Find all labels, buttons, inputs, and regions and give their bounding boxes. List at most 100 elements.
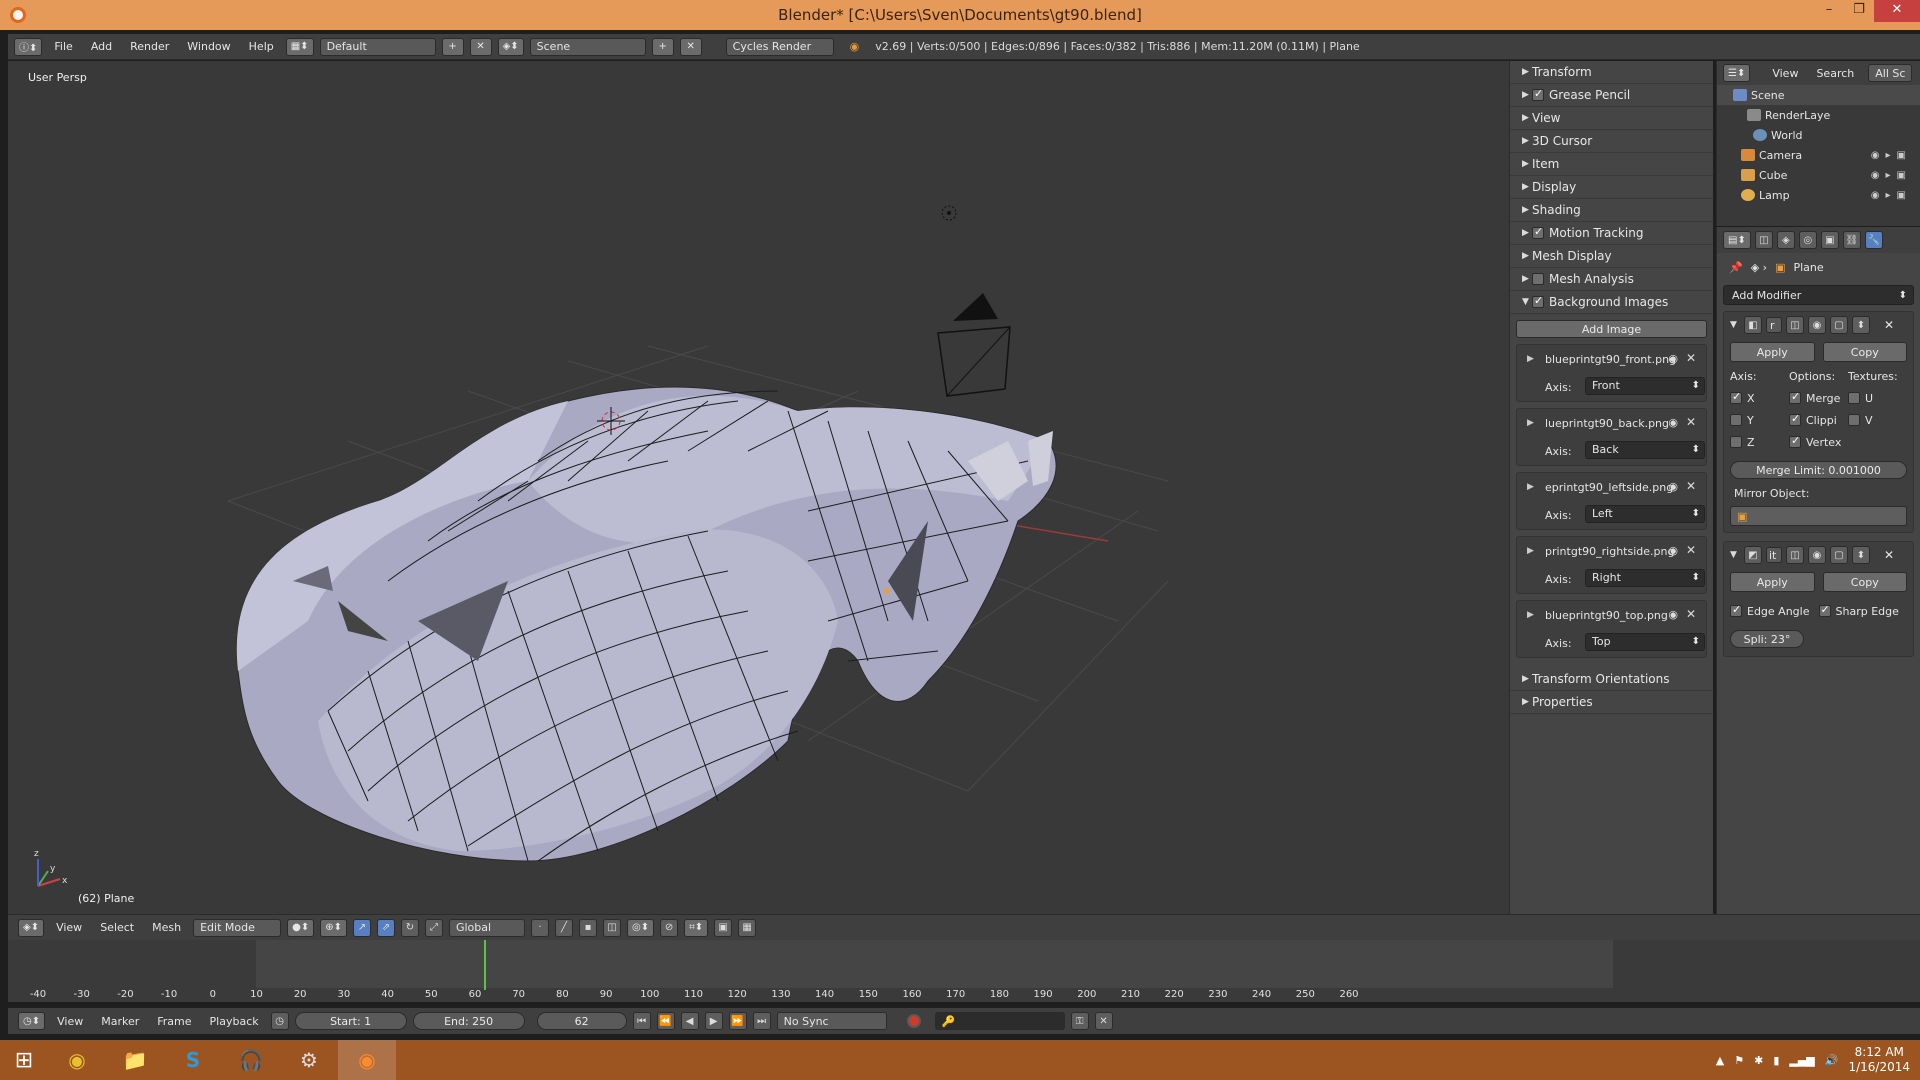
face-select-icon[interactable]: ▪ xyxy=(578,918,597,937)
show-hidden-icons-icon[interactable]: ▲ xyxy=(1716,1054,1724,1067)
timeline-menu-frame[interactable]: Frame xyxy=(151,1015,197,1028)
split-angle-field[interactable]: Spli: 23° xyxy=(1730,630,1804,648)
axis-select[interactable]: Right xyxy=(1585,569,1705,587)
timeline-editor-type-icon[interactable]: ◷⬍ xyxy=(18,1012,46,1030)
opengl-animation-icon[interactable]: ▦ xyxy=(738,918,757,937)
remove-icon[interactable]: ✕ xyxy=(1686,543,1696,557)
remove-modifier-icon[interactable]: ✕ xyxy=(1884,548,1894,562)
panel-motion-tracking[interactable]: ▶Motion Tracking xyxy=(1510,222,1713,245)
remove-icon[interactable]: ✕ xyxy=(1686,351,1696,365)
keying-set-field[interactable]: 🔑 xyxy=(934,1012,1065,1030)
panel-background-images[interactable]: ▼Background Images xyxy=(1510,291,1713,314)
merge-limit-field[interactable]: Merge Limit: 0.001000 xyxy=(1730,461,1907,479)
panel-transform[interactable]: ▶ Transform xyxy=(1510,61,1713,84)
timeline-area[interactable]: -40 -30 -20 -10 0 10 20 30 40 50 60 70 80 90 100 110 120… xyxy=(8,940,1920,1002)
panel-mesh-display[interactable]: ▶ Mesh Display xyxy=(1510,245,1713,268)
delete-keyframe-icon[interactable]: ✕ xyxy=(1094,1012,1113,1030)
current-frame-line[interactable] xyxy=(483,940,486,990)
flag-icon[interactable]: ⚑ xyxy=(1734,1054,1744,1067)
eye-icon[interactable]: ◉ xyxy=(1668,416,1678,429)
move-up-icon[interactable]: ⬍ xyxy=(1852,316,1870,334)
proportional-editing-icon[interactable]: ◎⬍ xyxy=(626,918,655,937)
remove-modifier-icon[interactable]: ✕ xyxy=(1884,318,1894,332)
mesh-analysis-checkbox[interactable] xyxy=(1532,273,1544,285)
background-image-item[interactable]: ▶ blueprintgt90_front.png ◉ ✕ Axis: Fron… xyxy=(1516,344,1707,402)
outliner-menu-view[interactable]: View xyxy=(1772,67,1798,80)
copy-button[interactable]: Copy xyxy=(1822,342,1907,362)
outliner-row-cube[interactable]: Cube ◉▸▣ xyxy=(1717,165,1920,185)
sync-mode-select[interactable]: No Sync xyxy=(776,1012,887,1030)
axis-z-option[interactable]: Z xyxy=(1730,431,1789,453)
vertex-groups-option[interactable]: Vertex xyxy=(1789,431,1848,453)
outliner-menu-search[interactable]: Search xyxy=(1816,67,1854,80)
outliner-row-lamp[interactable]: Lamp ◉▸▣ xyxy=(1717,185,1920,205)
clipping-option[interactable]: Clippi xyxy=(1789,409,1848,431)
screen-layout-field[interactable]: Default xyxy=(319,37,436,56)
volume-icon[interactable]: 🔊 xyxy=(1825,1054,1839,1067)
translate-manipulator-icon[interactable]: ⇗ xyxy=(376,918,395,937)
merge-option[interactable]: Merge xyxy=(1789,387,1848,409)
rotate-manipulator-icon[interactable]: ↻ xyxy=(400,918,419,937)
object-tab-icon[interactable]: ▣ xyxy=(1820,231,1839,249)
panel-item[interactable]: ▶ Item xyxy=(1510,153,1713,176)
axis-select[interactable]: Top xyxy=(1585,633,1705,651)
minimize-button[interactable]: – xyxy=(1814,0,1844,22)
3d-viewport[interactable]: x y z User Persp (62) Plane xyxy=(8,61,1509,914)
properties-editor-type-icon[interactable]: ▤⬍ xyxy=(1723,231,1751,249)
outliner-row-camera[interactable]: Camera ◉▸▣ xyxy=(1717,145,1920,165)
menu-help[interactable]: Help xyxy=(243,40,280,53)
jump-prev-keyframe-icon[interactable]: ⏪ xyxy=(656,1012,675,1030)
world-tab-icon[interactable]: ◎ xyxy=(1798,231,1817,249)
preview-range-icon[interactable]: ◷ xyxy=(270,1012,289,1030)
modifier-name-field[interactable]: it xyxy=(1766,547,1782,563)
maximize-button[interactable]: ❐ xyxy=(1844,0,1874,22)
menu-view[interactable]: View xyxy=(50,921,88,934)
chrome-icon[interactable]: ◉ xyxy=(48,1040,106,1080)
copy-button[interactable]: Copy xyxy=(1822,572,1907,592)
visibility-icons[interactable]: ◉▸▣ xyxy=(1871,170,1912,181)
menu-mesh[interactable]: Mesh xyxy=(146,921,187,934)
pin-icon[interactable]: 📌 xyxy=(1729,261,1743,274)
skype-icon[interactable]: S xyxy=(164,1040,222,1080)
render-engine-select[interactable]: Cycles Render xyxy=(725,37,834,56)
lamp-object[interactable] xyxy=(941,205,957,221)
snap-element-icon[interactable]: ⌗⬍ xyxy=(684,918,709,937)
editmode-display-icon[interactable]: ▢ xyxy=(1830,546,1848,564)
mirror-object-field[interactable]: ▣ xyxy=(1730,506,1907,526)
blender-taskbar-icon[interactable]: ◉ xyxy=(338,1040,396,1080)
scene-tab-icon[interactable]: ◈ xyxy=(1776,231,1795,249)
constraints-tab-icon[interactable]: ⛓ xyxy=(1842,231,1861,249)
add-image-button[interactable]: Add Image xyxy=(1516,320,1707,338)
render-display-icon[interactable]: ◉ xyxy=(1808,316,1826,334)
menu-window[interactable]: Window xyxy=(181,40,236,53)
timeline-menu-marker[interactable]: Marker xyxy=(95,1015,145,1028)
network-icon[interactable]: ▂▄▆ xyxy=(1789,1054,1814,1067)
background-image-item[interactable]: ▶ blueprintgt90_top.png ◉ ✕ Axis: Top xyxy=(1516,600,1707,658)
eye-icon[interactable]: ◉ xyxy=(1668,608,1678,621)
axis-y-option[interactable]: Y xyxy=(1730,409,1789,431)
outliner-display-filter[interactable]: All Sc xyxy=(1868,64,1913,82)
add-scene-icon[interactable]: + xyxy=(651,37,674,56)
modifier-name-field[interactable]: r xyxy=(1766,317,1782,333)
scene-icon[interactable]: ◈⬍ xyxy=(497,37,524,56)
outliner-row-scene[interactable]: Scene xyxy=(1717,85,1920,105)
file-explorer-icon[interactable]: 📁 xyxy=(106,1040,164,1080)
axis-select[interactable]: Front xyxy=(1585,377,1705,395)
remove-scene-icon[interactable]: ✕ xyxy=(679,37,702,56)
insert-keyframe-icon[interactable]: ⚿ xyxy=(1070,1012,1089,1030)
panel-shading[interactable]: ▶ Shading xyxy=(1510,199,1713,222)
panel-grease-pencil[interactable]: ▶Grease Pencil xyxy=(1510,84,1713,107)
play-icon[interactable]: ▶ xyxy=(704,1012,723,1030)
timeline-menu-playback[interactable]: Playback xyxy=(204,1015,265,1028)
visibility-icons[interactable]: ◉▸▣ xyxy=(1871,190,1912,201)
modifiers-tab-icon[interactable]: 🔧 xyxy=(1864,231,1883,249)
render-tab-icon[interactable]: ◫ xyxy=(1754,231,1773,249)
viewport-shading-icon[interactable]: ●⬍ xyxy=(287,918,315,937)
apply-button[interactable]: Apply xyxy=(1730,572,1815,592)
expand-arrow-icon[interactable]: ▶ xyxy=(1527,354,1534,364)
expand-arrow-icon[interactable]: ▶ xyxy=(1527,418,1534,428)
pivot-point-icon[interactable]: ⊕⬍ xyxy=(320,918,347,937)
panel-display[interactable]: ▶ Display xyxy=(1510,176,1713,199)
jump-next-keyframe-icon[interactable]: ⏩ xyxy=(728,1012,747,1030)
camera-display-icon[interactable]: ◫ xyxy=(1786,316,1804,334)
